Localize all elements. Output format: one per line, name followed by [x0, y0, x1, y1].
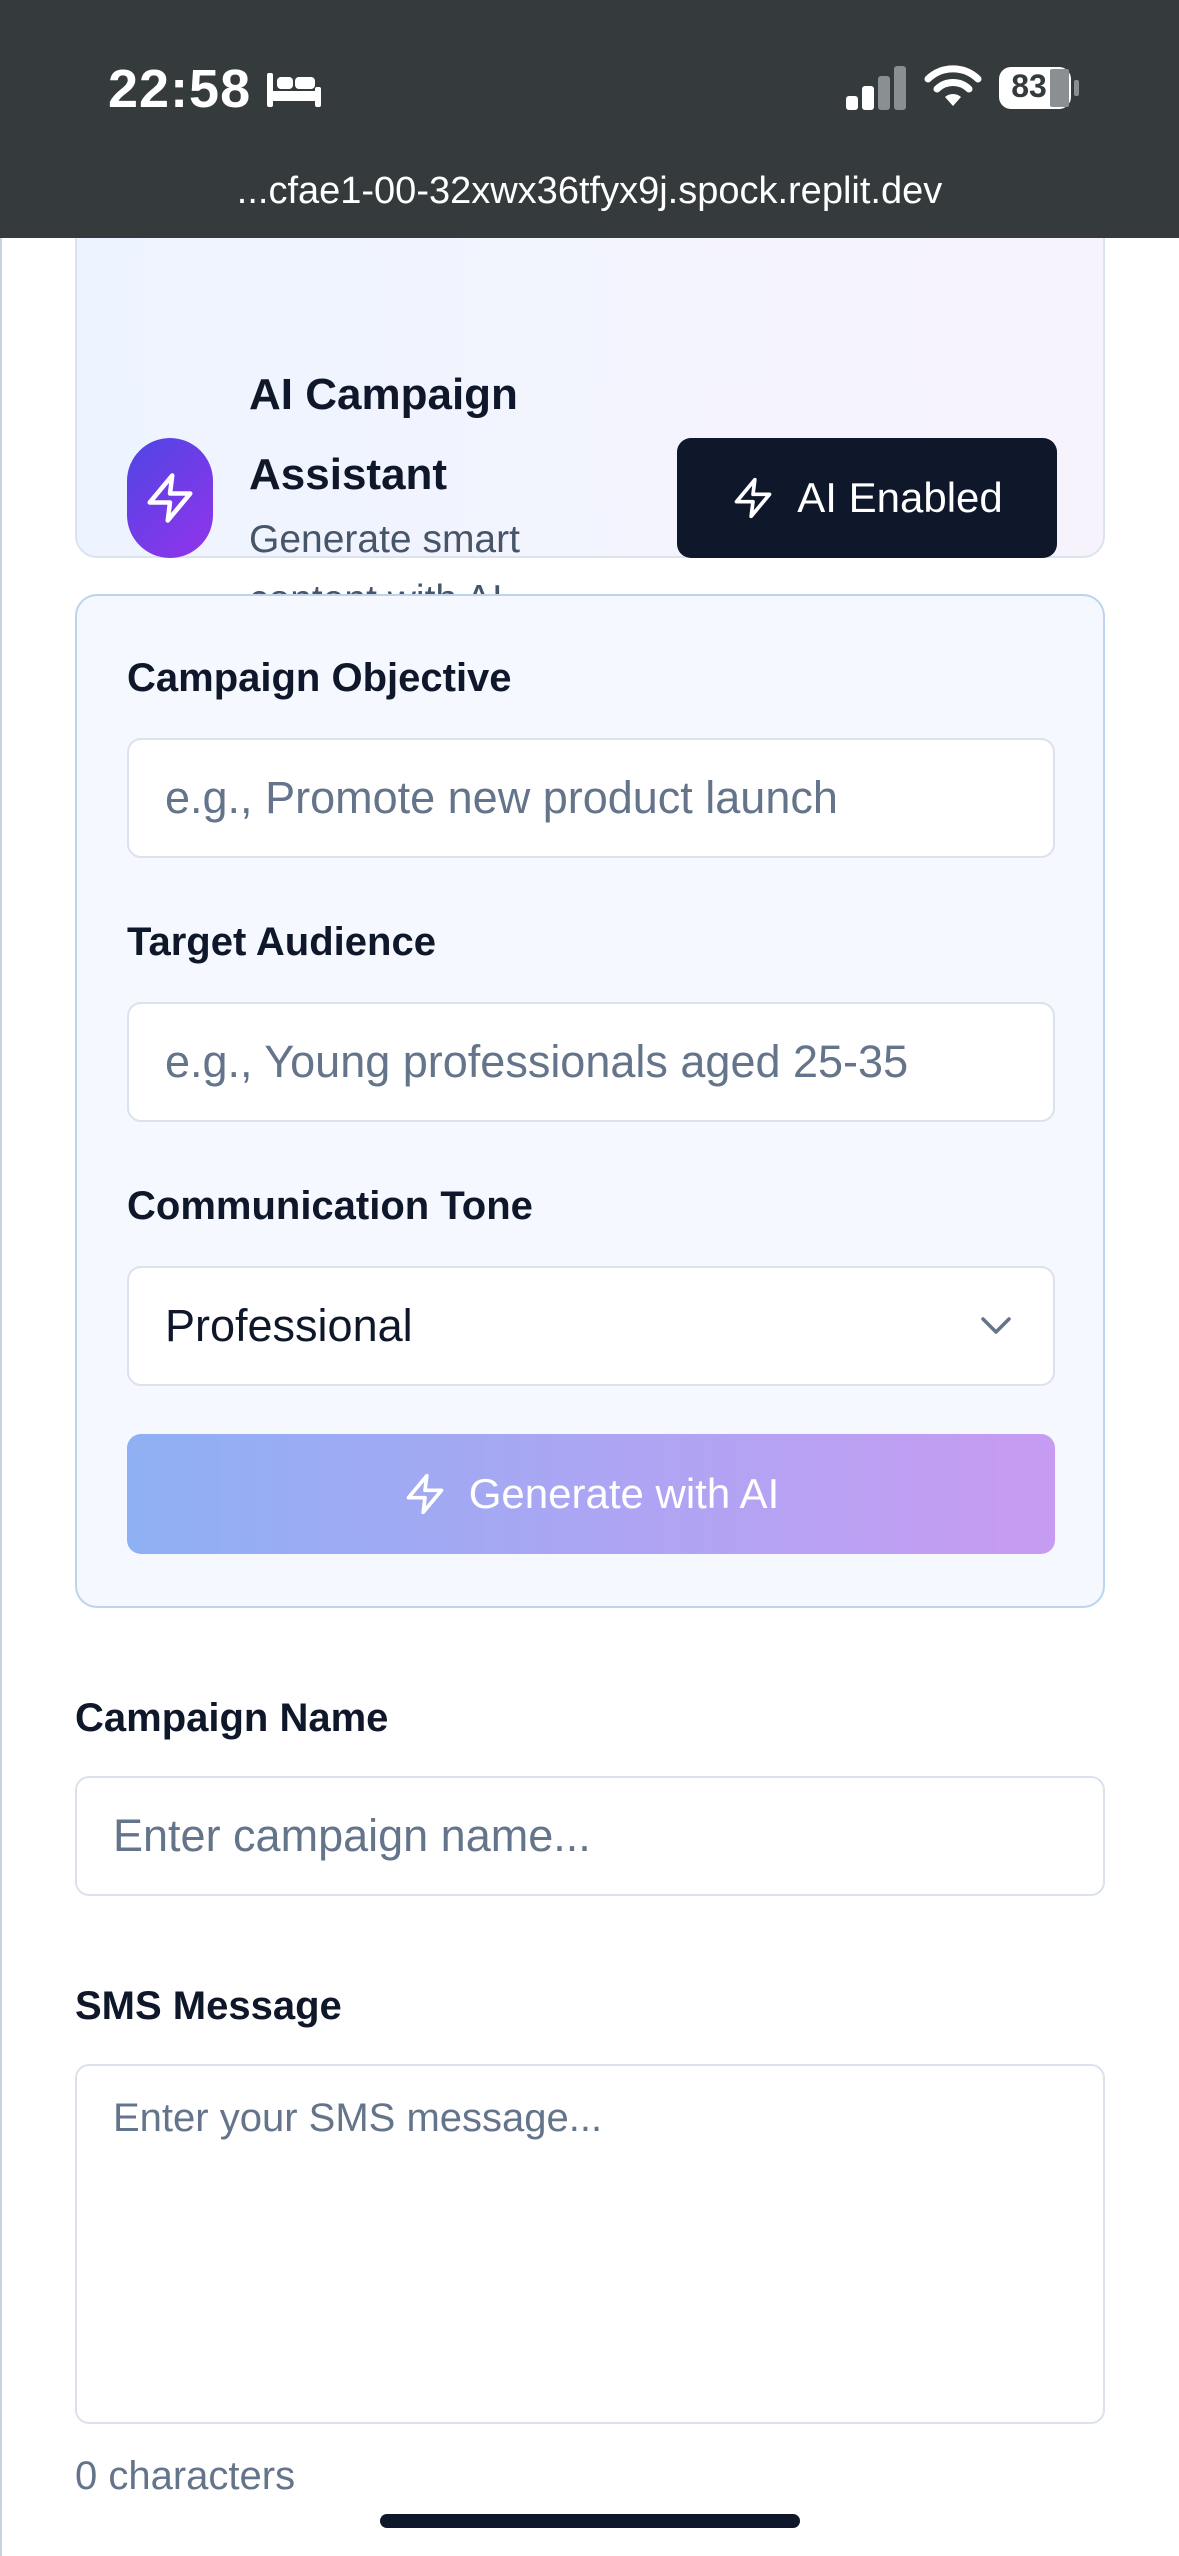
character-count: 0 characters: [75, 2454, 296, 2498]
audience-placeholder: e.g., Young professionals aged 25-35: [165, 1036, 909, 1087]
objective-input[interactable]: e.g., Promote new product launch: [127, 738, 1055, 858]
generate-with-ai-button[interactable]: Generate with AI: [127, 1434, 1055, 1554]
status-time: 22:58: [108, 58, 323, 120]
status-bar: 22:58 83 ...cfae1-00-32xwx36tfyx9j.spock…: [0, 0, 1179, 238]
ai-card-subtitle-line1: Generate smart: [249, 518, 520, 561]
generate-label: Generate with AI: [468, 1470, 780, 1517]
cellular-signal-icon: [846, 66, 906, 110]
bed-icon: [267, 73, 322, 107]
home-indicator[interactable]: [380, 2514, 800, 2528]
ai-generation-form: Campaign Objective e.g., Promote new pro…: [75, 594, 1105, 1608]
ai-badge: [127, 438, 213, 558]
tone-select[interactable]: Professional: [127, 1266, 1055, 1386]
chevron-down-icon: [981, 1317, 1011, 1334]
tone-selected-value: Professional: [165, 1300, 413, 1351]
ai-card-title-line2: Assistant: [249, 450, 448, 499]
campaign-name-input[interactable]: Enter campaign name...: [75, 1776, 1105, 1896]
sms-message-textarea[interactable]: Enter your SMS message...: [75, 2064, 1105, 2424]
audience-input[interactable]: e.g., Young professionals aged 25-35: [127, 1002, 1055, 1122]
clock-text: 22:58: [108, 59, 252, 119]
objective-placeholder: e.g., Promote new product launch: [165, 772, 838, 823]
lightning-icon: [734, 477, 772, 519]
ai-card-title-line1: AI Campaign: [249, 370, 518, 419]
lightning-icon: [406, 1473, 444, 1515]
campaign-name-placeholder: Enter campaign name...: [113, 1810, 591, 1861]
audience-label: Target Audience: [127, 920, 436, 964]
ai-enabled-label: AI Enabled: [797, 474, 1003, 521]
objective-label: Campaign Objective: [127, 656, 512, 700]
ai-assistant-card: AI Campaign Assistant Generate smart con…: [75, 238, 1105, 621]
wifi-icon: [924, 65, 982, 106]
page-content: AI Campaign Assistant Generate smart con…: [0, 238, 1179, 2556]
sms-message-label: SMS Message: [75, 1984, 342, 2028]
ai-enabled-button[interactable]: AI Enabled: [677, 438, 1057, 558]
address-bar-url[interactable]: ...cfae1-00-32xwx36tfyx9j.spock.replit.d…: [0, 170, 1179, 213]
campaign-name-label: Campaign Name: [75, 1696, 389, 1740]
lightning-icon: [147, 473, 193, 523]
tone-label: Communication Tone: [127, 1184, 533, 1228]
page-edge-divider: [0, 238, 2, 2556]
sms-message-placeholder: Enter your SMS message...: [113, 2096, 603, 2140]
battery-indicator: 83: [998, 66, 1080, 110]
battery-level: 83: [1011, 68, 1047, 104]
